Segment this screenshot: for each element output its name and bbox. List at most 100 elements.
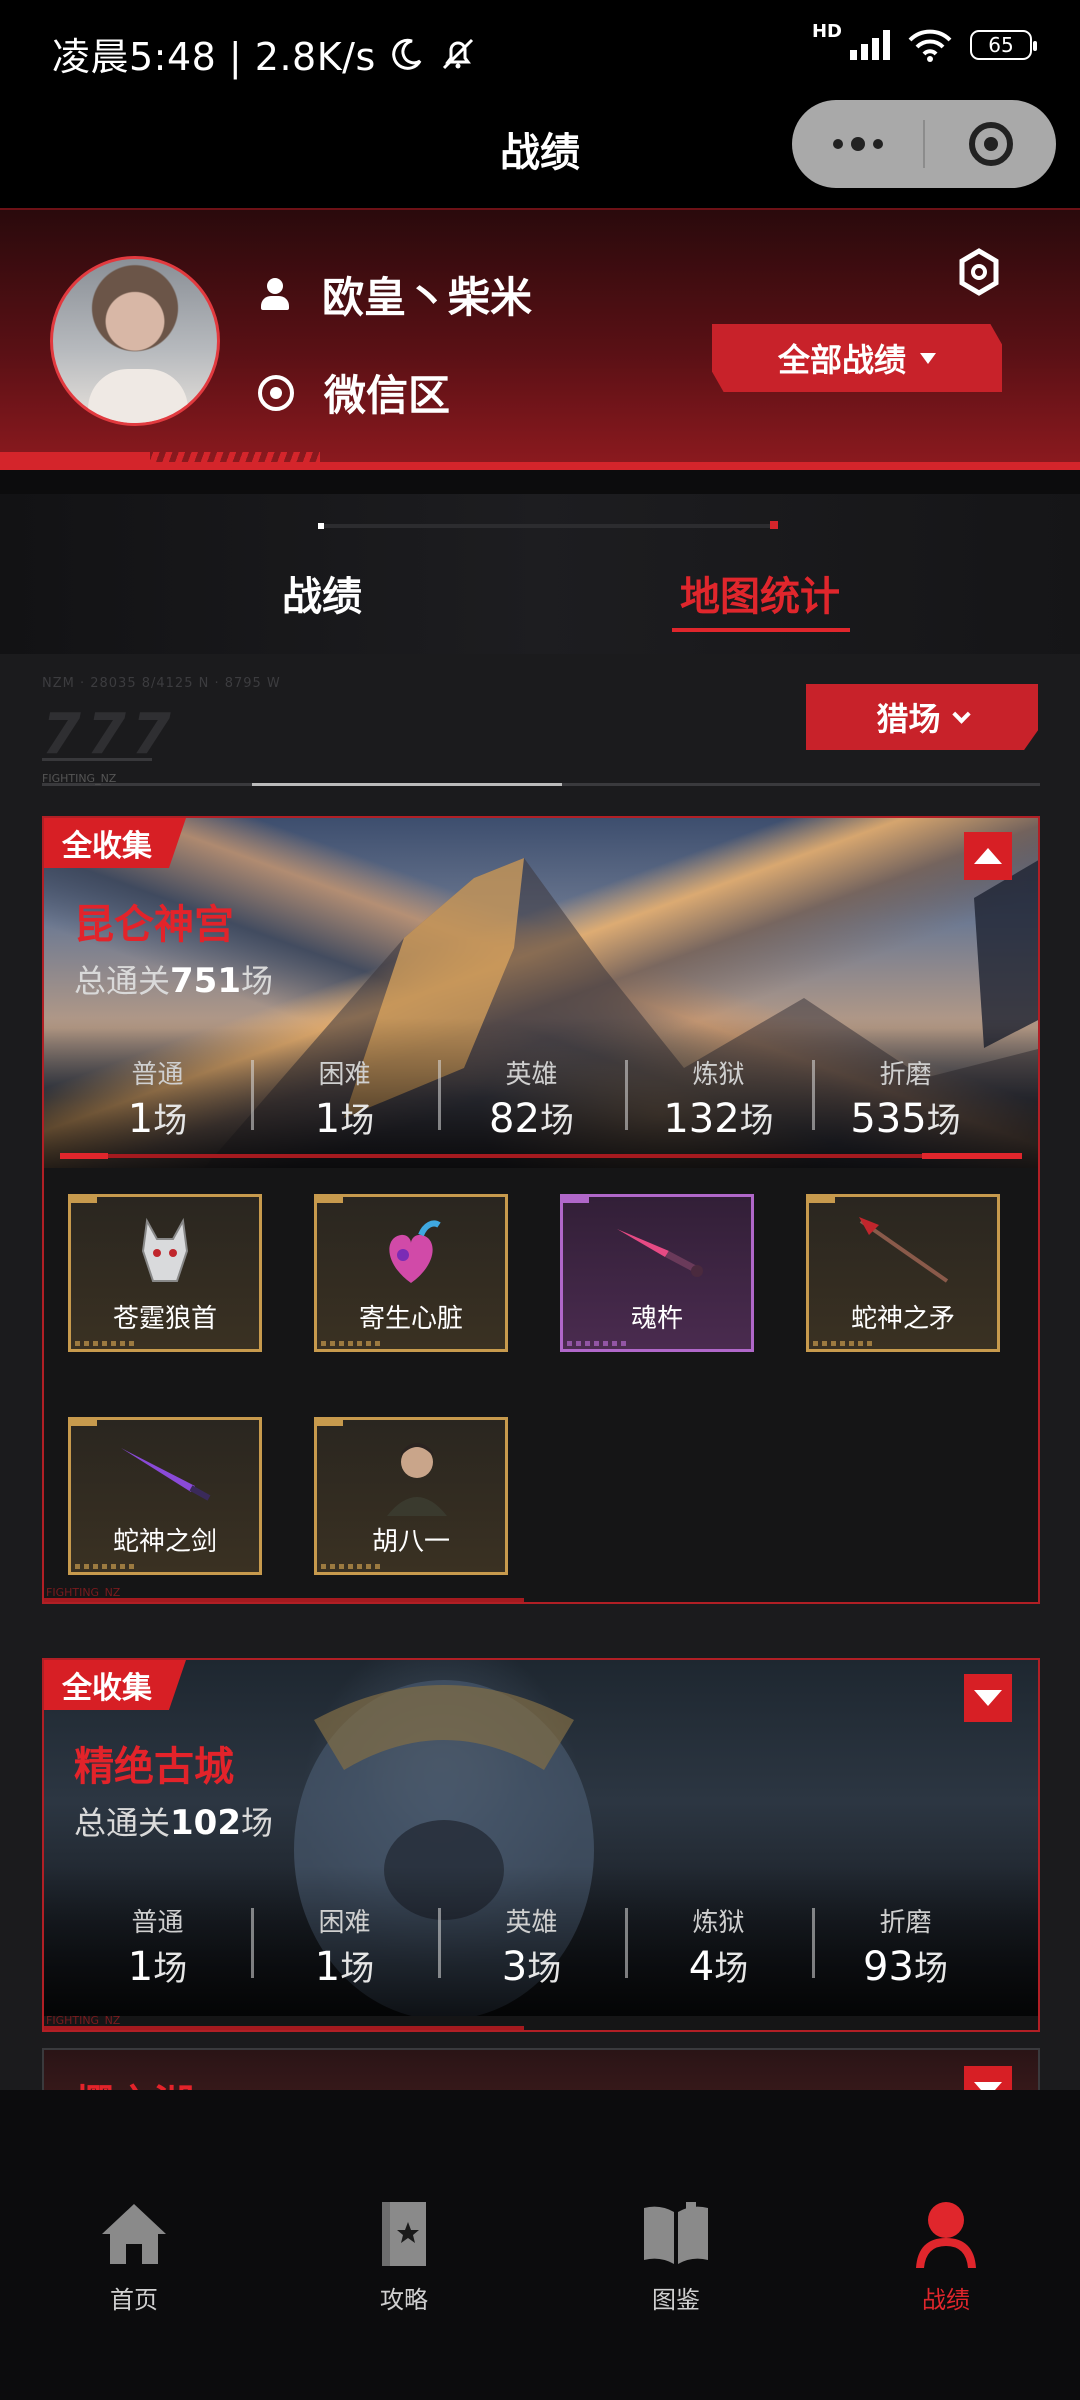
decor-stripe [0, 462, 1080, 470]
map-banner[interactable]: 全收集 昆仑神宫 总通关 751 场 普通 1场 困难 1场 英雄 82场 炼狱 132场 … [44, 818, 1038, 1168]
heart-icon [389, 1220, 441, 1283]
difficulty-hard: 困难 1场 [251, 1054, 438, 1142]
region-row: 微信区 [258, 362, 450, 423]
home-icon [102, 2204, 166, 2264]
expand-button[interactable] [964, 2066, 1012, 2090]
status-left: 凌晨5:48 | 2.8K/s [52, 26, 478, 81]
active-tab-indicator [672, 628, 850, 632]
total-value: 751 [170, 961, 241, 1001]
divider-tag: FIGHTING_NZ [42, 772, 117, 785]
more-button[interactable] [792, 100, 923, 188]
tab-bar: 战绩 地图统计 [0, 494, 1080, 654]
triangle-down-icon [974, 2082, 1002, 2090]
collection-item[interactable]: 蛇神之剑 [68, 1417, 262, 1575]
triangle-down-icon [974, 1690, 1002, 1706]
status-bar: 凌晨5:48 | 2.8K/s HD 65 [0, 0, 1080, 100]
difficulty-purgatory: 炼狱 132场 [625, 1054, 812, 1142]
difficulty-normal: 普通 1场 [127, 1908, 188, 1990]
mode-dropdown[interactable]: 猎场 [806, 684, 1038, 750]
status-right: HD 65 [812, 21, 1037, 62]
avatar[interactable] [50, 256, 220, 426]
map-total-clears: 总通关 751 场 [74, 956, 273, 1002]
username-row: 欧皇丶柴米 [258, 264, 532, 325]
username: 欧皇丶柴米 [322, 273, 533, 322]
difficulty-hard: 困难 1场 [251, 1902, 438, 1990]
map-total-clears: 总通关 102 场 [74, 1798, 273, 1844]
map-card-kunlun: 全收集 昆仑神宫 总通关 751 场 普通 1场 困难 1场 英雄 82场 炼狱 132场 … [42, 816, 1040, 1604]
nav-guide[interactable]: 攻略 [314, 2198, 494, 2315]
map-name: 精绝古城 [74, 1744, 234, 1790]
section-divider: FIGHTING_NZ [42, 772, 1040, 786]
tab-map-stats[interactable]: 地图统计 [680, 564, 840, 622]
difficulty-stats: 普通 1场 困难 1场 英雄 82场 炼狱 132场 折磨 535场 [44, 1054, 1038, 1142]
banner-redline [60, 1153, 1022, 1159]
total-unit: 场 [241, 962, 274, 1000]
difficulty-torment: 折磨 93场 [812, 1902, 999, 1990]
collected-badge: 全收集 [44, 1660, 186, 1710]
spear-icon [859, 1217, 949, 1283]
collection-grid: 苍霆狼首 寄生心脏 魂杵 蛇神之矛 蛇神之剑 胡八一 [44, 1168, 1038, 1588]
card-footer: FIGHTING_NZ [44, 2014, 1038, 2030]
difficulty-stats: 普通 1场 困难 1场 英雄 3场 炼狱 4场 折磨 93场 [44, 1902, 1038, 1990]
decor-line [42, 758, 152, 761]
more-dot-icon [850, 137, 865, 151]
title-bar: 战绩 [0, 100, 1080, 208]
map-name: 樱之湖 [74, 2072, 194, 2090]
decor-text: NZM · 28035 8/4125 N · 8795 W [42, 676, 281, 691]
character-portrait-icon [387, 1443, 447, 1516]
map-banner[interactable]: 全收集 精绝古城 总通关 102 场 普通 1场 困难 1场 英雄 3场 炼狱 4场 折磨 9… [44, 1660, 1038, 2016]
map-card-partial[interactable]: 樱之湖 [42, 2048, 1040, 2090]
mode-label: 猎场 [876, 700, 941, 738]
collection-item[interactable]: 魂杵 [560, 1194, 754, 1352]
close-miniprogram-button[interactable] [925, 100, 1056, 188]
total-unit: 场 [241, 1804, 274, 1842]
moon-icon [391, 38, 422, 70]
dagger-icon [617, 1229, 703, 1277]
collection-item[interactable]: 蛇神之矛 [806, 1194, 1000, 1352]
total-value: 102 [170, 1803, 241, 1843]
profile-card: 欧皇丶柴米 微信区 全部战绩 [0, 208, 1080, 470]
collection-item[interactable]: 苍霆狼首 [68, 1194, 262, 1352]
all-records-label: 全部战绩 [777, 341, 906, 379]
decor-stripe [0, 452, 150, 462]
card-footer: FIGHTING_NZ [44, 1586, 1038, 1602]
more-dot-icon [832, 139, 843, 149]
user-icon [258, 277, 292, 312]
expand-button[interactable] [964, 1674, 1012, 1722]
all-records-dropdown[interactable]: 全部战绩 [712, 324, 1002, 392]
difficulty-purgatory: 炼狱 4场 [625, 1902, 812, 1990]
miniprogram-capsule [792, 100, 1056, 188]
tab-records[interactable]: 战绩 [282, 564, 362, 622]
total-prefix: 总通关 [74, 962, 171, 1000]
battery-icon: 65 [970, 30, 1037, 60]
map-stats-content[interactable]: NZM · 28035 8/4125 N · 8795 W 777 猎场 FIG… [0, 654, 1080, 2090]
nav-records[interactable]: 战绩 [856, 2198, 1036, 2315]
nav-codex[interactable]: 图鉴 [586, 2198, 766, 2315]
wifi-icon [908, 29, 952, 62]
status-time-speed: 凌晨5:48 | 2.8K/s [52, 35, 376, 79]
tab-track [318, 521, 778, 529]
collection-item[interactable]: 胡八一 [314, 1417, 508, 1575]
mute-bell-icon [442, 38, 473, 69]
signal-icon [850, 30, 890, 60]
map-name: 昆仑神宫 [74, 902, 234, 948]
region-name: 微信区 [324, 371, 451, 420]
total-prefix: 总通关 [74, 1804, 171, 1842]
difficulty-torment: 折磨 535场 [812, 1054, 999, 1142]
caret-down-icon [920, 352, 936, 364]
target-close-icon [968, 122, 1013, 166]
wolf-head-icon [141, 1217, 189, 1282]
more-dot-icon [872, 139, 883, 149]
user-icon [916, 2202, 976, 2268]
hd-label: HD [811, 20, 842, 42]
collected-badge: 全收集 [44, 818, 186, 868]
nav-home[interactable]: 首页 [44, 2198, 224, 2315]
difficulty-hero: 英雄 82场 [438, 1054, 625, 1142]
region-icon [258, 374, 294, 411]
sword-icon [121, 1448, 211, 1501]
collection-item[interactable]: 寄生心脏 [314, 1194, 508, 1352]
difficulty-hero: 英雄 3场 [438, 1902, 625, 1990]
settings-hex-icon[interactable] [958, 248, 1000, 296]
map-card-jingjue: 全收集 精绝古城 总通关 102 场 普通 1场 困难 1场 英雄 3场 炼狱 4场 折磨 9… [42, 1658, 1040, 2032]
collapse-button[interactable] [964, 832, 1012, 880]
